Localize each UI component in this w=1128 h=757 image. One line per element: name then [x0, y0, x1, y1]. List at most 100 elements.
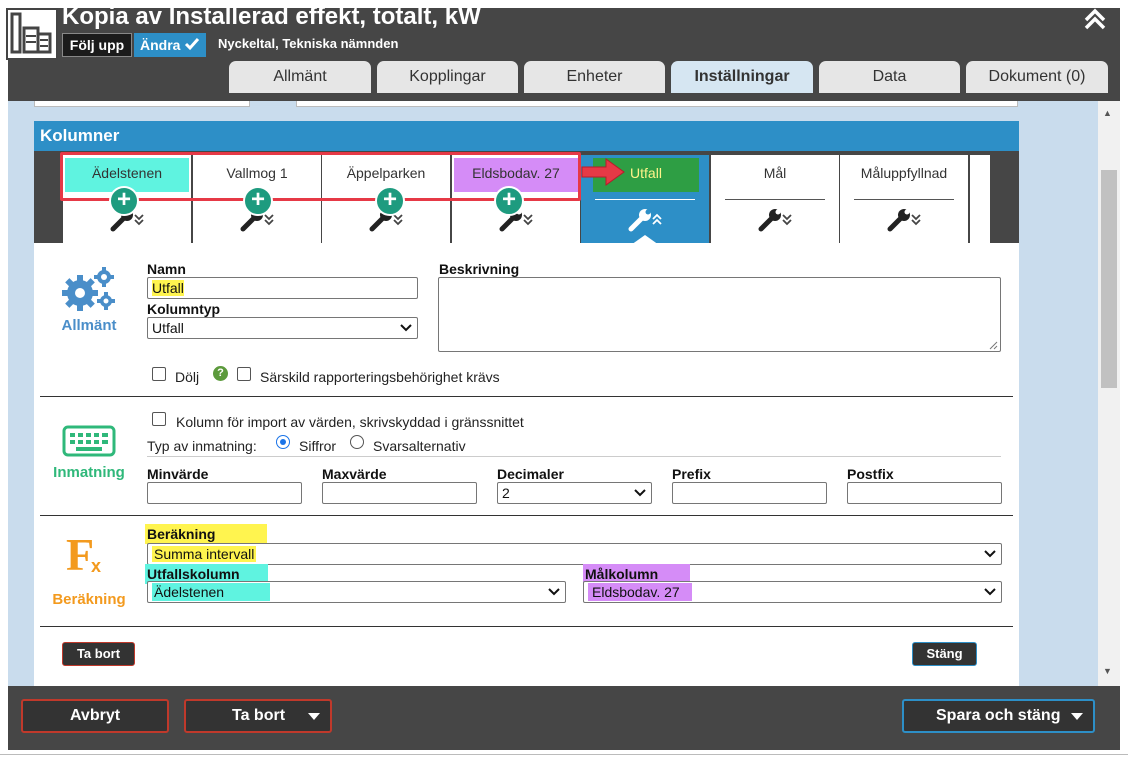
window-bottom-edge: [0, 754, 1128, 755]
caret-down-icon[interactable]: [308, 713, 320, 721]
collapse-header-icon[interactable]: [1082, 6, 1108, 32]
remove-button-label: Ta bort: [232, 707, 286, 724]
columns-panel-title: Kolumner: [34, 121, 1019, 151]
gears-icon: [62, 267, 115, 311]
input-type-answers-label: Svarsalternativ: [373, 438, 466, 454]
section-label-input: Inmatning: [53, 464, 125, 481]
max-value-input[interactable]: [322, 482, 477, 504]
input-type-answers-radio[interactable]: [350, 435, 364, 449]
cancel-button[interactable]: Avbryt: [21, 699, 169, 733]
prefix-label: Prefix: [672, 466, 711, 482]
max-value-label: Maxvärde: [322, 466, 387, 482]
column-tab-maluppfyllnad[interactable]: Måluppfyllnad: [840, 155, 968, 243]
add-icon[interactable]: +: [243, 186, 273, 216]
chevron-down-icon: [548, 588, 560, 596]
tab-general[interactable]: Allmänt: [229, 61, 371, 93]
name-value: Utfall: [152, 280, 184, 296]
calculation-select[interactable]: Summa intervall: [147, 543, 1002, 565]
target-column-value: Eldsbodav. 27: [588, 583, 692, 601]
outcome-column-select[interactable]: Ädelstenen: [147, 581, 566, 603]
special-permission-checkbox[interactable]: [237, 367, 251, 381]
tab-documents[interactable]: Dokument (0): [966, 61, 1108, 93]
section-divider: [40, 515, 1013, 516]
tab-data[interactable]: Data: [819, 61, 960, 93]
min-value-label: Minvärde: [147, 466, 209, 482]
wrench-expand-icon[interactable]: [884, 205, 924, 233]
section-divider: [40, 396, 1013, 397]
input-type-numbers-radio[interactable]: [276, 435, 290, 449]
import-checkbox[interactable]: [152, 412, 166, 426]
function-fx-icon: F x: [66, 529, 102, 580]
column-tab-mal[interactable]: Mål: [711, 155, 839, 243]
hide-checkbox[interactable]: [152, 367, 166, 381]
wrench-expand-icon[interactable]: [755, 205, 795, 233]
scroll-up-icon[interactable]: ▲: [1103, 108, 1112, 118]
resize-handle-icon[interactable]: [988, 340, 998, 350]
add-icon[interactable]: +: [375, 186, 405, 216]
app-logo-icon: [6, 8, 58, 60]
tab-units[interactable]: Enheter: [524, 61, 665, 93]
target-column-select[interactable]: Eldsbodav. 27: [583, 581, 1002, 603]
decimals-select[interactable]: 2: [497, 482, 652, 504]
close-column-button[interactable]: Stäng: [912, 642, 977, 666]
save-and-close-button[interactable]: Spara och stäng: [902, 699, 1095, 733]
column-type-value: Utfall: [152, 320, 184, 336]
postfix-label: Postfix: [847, 466, 894, 482]
follow-up-button[interactable]: Följ upp: [62, 33, 132, 57]
chevron-down-icon: [984, 588, 996, 596]
column-tab-divider: [725, 199, 825, 200]
prefix-input[interactable]: [672, 482, 827, 504]
section-label-calculation: Beräkning: [52, 591, 126, 608]
calculation-value: Summa intervall: [152, 546, 257, 562]
scroll-down-icon[interactable]: ▼: [1103, 666, 1112, 676]
caret-down-icon[interactable]: [1071, 713, 1083, 721]
edit-mode-label: Ändra: [140, 37, 181, 53]
description-label: Beskrivning: [439, 261, 520, 277]
keyboard-icon: [62, 425, 116, 457]
description-textarea[interactable]: [438, 277, 1001, 352]
outcome-column-value: Ädelstenen: [152, 583, 270, 601]
save-and-close-label: Spara och stäng: [936, 707, 1061, 724]
remove-button[interactable]: Ta bort: [184, 699, 332, 733]
min-value-input[interactable]: [147, 482, 302, 504]
name-label: Namn: [147, 261, 186, 277]
page-title: Kopia av Installerad effekt, totalt, kW: [62, 3, 481, 30]
help-icon[interactable]: ?: [213, 366, 228, 381]
input-subdivider: [147, 456, 1001, 457]
column-type-select[interactable]: Utfall: [147, 317, 418, 339]
column-tab-overflow: [970, 155, 990, 243]
wrench-collapse-icon[interactable]: [625, 205, 665, 233]
input-type-label: Typ av inmatning:: [147, 438, 257, 454]
section-label-general: Allmänt: [61, 317, 117, 334]
active-tab-pointer-icon: [631, 235, 659, 245]
chevron-down-icon: [984, 550, 996, 558]
hide-label: Dölj: [175, 369, 200, 385]
column-tab-divider: [854, 199, 954, 200]
add-icon[interactable]: +: [109, 186, 139, 216]
chevron-down-icon: [634, 489, 646, 497]
name-input[interactable]: Utfall: [147, 277, 418, 299]
remove-column-button[interactable]: Ta bort: [62, 642, 135, 666]
calculation-label: Beräkning: [145, 524, 267, 544]
partial-field-left: [34, 101, 250, 107]
postfix-input[interactable]: [847, 482, 1002, 504]
edit-mode-button[interactable]: Ändra: [134, 33, 206, 57]
special-permission-label: Särskild rapporteringsbehörighet krävs: [260, 369, 500, 385]
page-subtitle: Nyckeltal, Tekniska nämnden: [218, 36, 399, 51]
chevron-down-icon: [400, 324, 412, 332]
checkmark-icon: [185, 38, 200, 51]
decimals-label: Decimaler: [497, 466, 564, 482]
tab-settings[interactable]: Inställningar: [671, 61, 813, 93]
decimals-value: 2: [502, 485, 510, 501]
column-tab-label: Mål: [763, 165, 787, 181]
column-tab-divider: [595, 199, 695, 200]
tab-connections[interactable]: Kopplingar: [377, 61, 518, 93]
partial-field-right: [296, 101, 1018, 107]
section-divider: [40, 626, 1013, 627]
column-tab-label: Måluppfyllnad: [860, 165, 948, 181]
column-type-label: Kolumntyp: [147, 301, 221, 317]
annotation-arrow-icon: [581, 158, 625, 186]
scrollbar-thumb[interactable]: [1101, 170, 1117, 388]
add-icon[interactable]: +: [494, 186, 524, 216]
input-type-numbers-label: Siffror: [299, 438, 337, 454]
